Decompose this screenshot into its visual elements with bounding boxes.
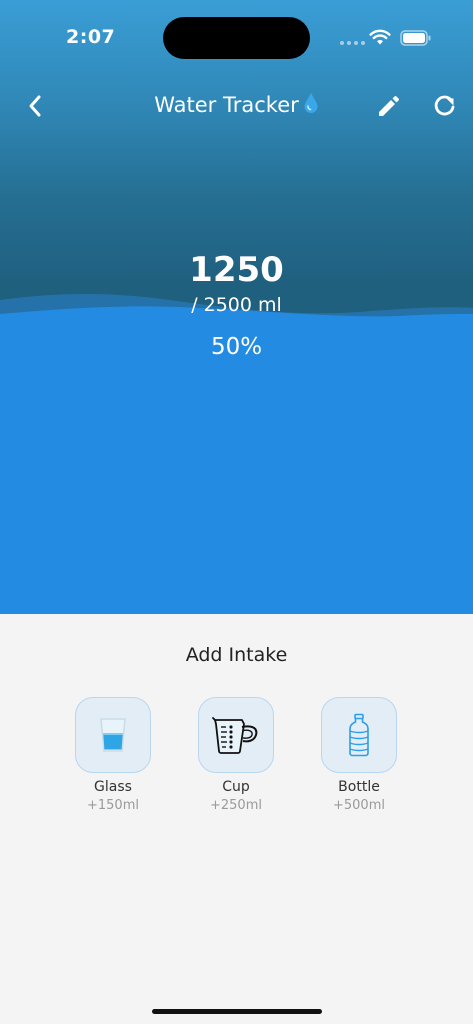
cup-tile — [198, 697, 274, 773]
refresh-button[interactable] — [429, 90, 461, 122]
page-title-text: Water Tracker — [154, 93, 299, 117]
bottle-amount: +500ml — [333, 798, 385, 813]
home-indicator[interactable] — [152, 1009, 322, 1014]
water-drop-icon — [304, 93, 318, 113]
progress-percent: 50% — [210, 334, 263, 360]
water-tracker-screen: 2:07 Water Tracker 1250 / 2500 ml 50% Ad… — [0, 0, 473, 1024]
edit-button[interactable] — [372, 90, 404, 122]
signal-icon — [340, 41, 365, 45]
battery-icon — [400, 30, 431, 46]
add-bottle-button[interactable]: Bottle +500ml — [309, 697, 409, 813]
measuring-cup-icon — [212, 717, 258, 754]
daily-goal: / 2500 ml — [191, 294, 282, 316]
cup-label: Cup — [222, 779, 250, 795]
bottle-label: Bottle — [338, 779, 380, 795]
dynamic-island — [163, 17, 310, 59]
add-glass-button[interactable]: Glass +150ml — [63, 697, 163, 813]
glass-amount: +150ml — [87, 798, 139, 813]
cup-amount: +250ml — [210, 798, 262, 813]
bottle-icon — [349, 713, 369, 757]
add-cup-button[interactable]: Cup +250ml — [186, 697, 286, 813]
glass-label: Glass — [94, 779, 132, 795]
glass-icon — [100, 718, 126, 752]
add-intake-title: Add Intake — [185, 644, 288, 666]
glass-tile — [75, 697, 151, 773]
bottle-tile — [321, 697, 397, 773]
wifi-icon — [369, 29, 391, 45]
status-time: 2:07 — [66, 26, 116, 48]
intake-amount: 1250 — [189, 250, 284, 290]
